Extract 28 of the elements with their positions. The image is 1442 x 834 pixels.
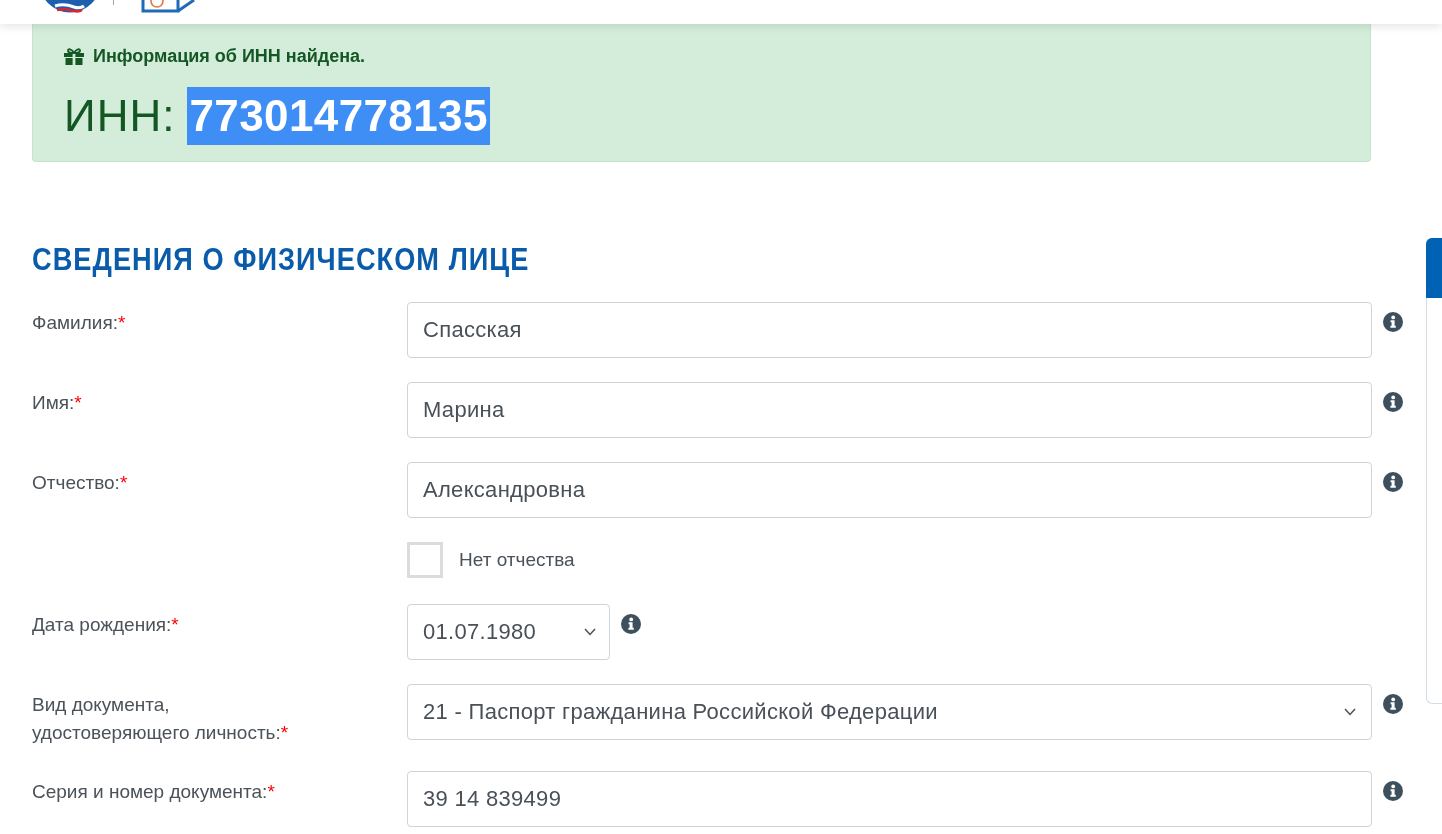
text-input[interactable]: Марина <box>407 382 1372 438</box>
checkbox[interactable] <box>407 542 443 578</box>
info-icon[interactable] <box>1383 312 1403 332</box>
info-icon[interactable] <box>1383 472 1403 492</box>
info-icon[interactable] <box>1383 781 1403 801</box>
inn-label: ИНН: <box>64 90 176 142</box>
chevron-down-icon <box>584 628 596 636</box>
info-icon[interactable] <box>621 614 641 634</box>
inn-value: 773014778135 <box>187 87 490 145</box>
dropdown-select[interactable]: 21 - Паспорт гражданина Российской Федерации <box>407 684 1372 740</box>
field-label: Дата рождения:* <box>32 613 179 637</box>
field-label: Фамилия:* <box>32 311 126 335</box>
field-label: Имя:* <box>32 391 82 415</box>
info-icon[interactable] <box>1383 392 1403 412</box>
field-label: Серия и номер документа:* <box>32 780 275 804</box>
gift-icon <box>64 47 84 65</box>
field-label: Отчество:* <box>32 471 128 495</box>
date-select[interactable]: 01.07.1980 <box>407 604 610 660</box>
checkbox-label: Нет отчества <box>459 548 575 572</box>
chevron-down-icon <box>1344 708 1356 716</box>
alert-message: Информация об ИНН найдена. <box>93 45 366 67</box>
text-input[interactable]: 39 14 839499 <box>407 771 1372 827</box>
info-icon[interactable] <box>1383 694 1403 714</box>
section-title: СВЕДЕНИЯ О ФИЗИЧЕСКОМ ЛИЦЕ <box>32 241 530 277</box>
text-input[interactable]: Спасская <box>407 302 1372 358</box>
field-label: Вид документа, удостоверяющего личность:* <box>32 693 290 745</box>
text-input[interactable]: Александровна <box>407 462 1372 518</box>
document-icon[interactable] <box>140 0 196 13</box>
